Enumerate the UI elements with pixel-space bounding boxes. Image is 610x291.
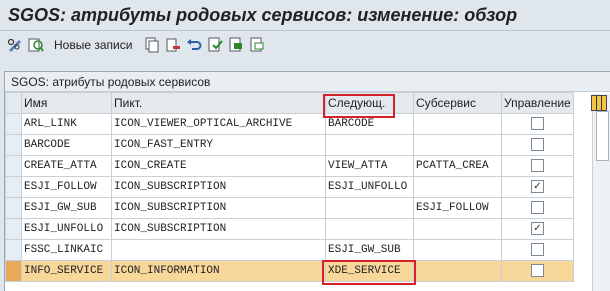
table-row[interactable]: ESJI_FOLLOW ICON_SUBSCRIPTION ESJI_UNFOLLO…	[5, 176, 574, 198]
cell-icon[interactable]: ICON_CREATE	[111, 155, 326, 177]
row-selector[interactable]	[5, 176, 22, 198]
cell-name[interactable]: ESJI_GW_SUB	[21, 197, 112, 219]
cell-icon[interactable]: ICON_FAST_ENTRY	[111, 134, 326, 156]
toolbar: Новые записи	[0, 31, 610, 59]
cell-name[interactable]: BARCODE	[21, 134, 112, 156]
services-table: Имя Пикт. Следующ. Субсервис Управление …	[5, 92, 574, 282]
display-change-icon[interactable]	[27, 36, 45, 54]
cell-subservice[interactable]: ESJI_FOLLOW	[413, 197, 502, 219]
cell-name[interactable]: FSSC_LINKAIC	[21, 239, 112, 261]
checkbox-unchecked[interactable]	[531, 117, 544, 131]
title-bar: SGOS: атрибуты родовых сервисов: изменен…	[0, 0, 610, 30]
select-all-icon[interactable]	[206, 36, 224, 54]
cell-subservice[interactable]	[413, 113, 502, 135]
cell-control	[501, 113, 574, 135]
window-title: SGOS: атрибуты родовых сервисов: изменен…	[8, 4, 518, 25]
row-selector[interactable]	[5, 260, 22, 282]
panel-title: SGOS: атрибуты родовых сервисов	[5, 72, 610, 92]
edit-glasses-icon[interactable]	[6, 36, 24, 54]
checkbox-unchecked[interactable]	[531, 159, 544, 173]
cell-control: ✓	[501, 176, 574, 198]
table-row[interactable]: ESJI_GW_SUB ICON_SUBSCRIPTION ESJI_FOLLOW	[5, 197, 574, 219]
column-header-control[interactable]: Управление	[501, 92, 574, 114]
cell-control	[501, 134, 574, 156]
delete-icon[interactable]	[164, 36, 182, 54]
cell-name[interactable]: INFO_SERVICE	[21, 260, 112, 282]
cell-icon[interactable]: ICON_SUBSCRIPTION	[111, 176, 326, 198]
row-selector[interactable]	[5, 113, 22, 135]
cell-icon[interactable]: ICON_SUBSCRIPTION	[111, 218, 326, 240]
table-header-row: Имя Пикт. Следующ. Субсервис Управление	[5, 92, 574, 114]
cell-name[interactable]: ESJI_FOLLOW	[21, 176, 112, 198]
cell-next[interactable]: ESJI_UNFOLLO	[325, 176, 414, 198]
cell-next[interactable]: ESJI_GW_SUB	[325, 239, 414, 261]
cell-name[interactable]: CREATE_ATTA	[21, 155, 112, 177]
cell-icon[interactable]: ICON_SUBSCRIPTION	[111, 197, 326, 219]
cell-icon[interactable]: ICON_VIEWER_OPTICAL_ARCHIVE	[111, 113, 326, 135]
table-row[interactable]: FSSC_LINKAIC ESJI_GW_SUB	[5, 239, 574, 261]
table-row[interactable]: CREATE_ATTA ICON_CREATE VIEW_ATTA PCATTA_CR…	[5, 155, 574, 177]
row-selector[interactable]	[5, 218, 22, 240]
row-selector[interactable]	[5, 155, 22, 177]
cell-icon[interactable]	[111, 239, 326, 261]
row-selector[interactable]	[5, 134, 22, 156]
cell-subservice[interactable]: PCATTA_CREA	[413, 155, 502, 177]
row-selector[interactable]	[5, 197, 22, 219]
cell-control	[501, 197, 574, 219]
cell-next[interactable]	[325, 134, 414, 156]
table-row[interactable]: INFO_SERVICE ICON_INFORMATION XDE_SERVICE	[5, 260, 574, 282]
column-header-name[interactable]: Имя	[21, 92, 112, 114]
table-row[interactable]: ARL_LINK ICON_VIEWER_OPTICAL_ARCHIVE BARCO…	[5, 113, 574, 135]
deselect-all-icon[interactable]	[248, 36, 266, 54]
cell-next[interactable]: VIEW_ATTA	[325, 155, 414, 177]
cell-control	[501, 260, 574, 282]
checkbox-unchecked[interactable]	[531, 264, 544, 278]
vertical-scrollbar[interactable]: ▲	[592, 94, 610, 291]
cell-control	[501, 155, 574, 177]
cell-subservice[interactable]	[413, 239, 502, 261]
cell-name[interactable]: ARL_LINK	[21, 113, 112, 135]
checkbox-unchecked[interactable]	[531, 201, 544, 215]
column-header-subservice[interactable]: Субсервис	[413, 92, 502, 114]
cell-subservice[interactable]	[413, 260, 502, 282]
select-block-icon[interactable]	[227, 36, 245, 54]
cell-subservice[interactable]	[413, 176, 502, 198]
cell-control	[501, 239, 574, 261]
table-row[interactable]: ESJI_UNFOLLO ICON_SUBSCRIPTION ✓	[5, 218, 574, 240]
checkbox-checked[interactable]: ✓	[531, 180, 544, 194]
scrollbar-thumb[interactable]	[596, 111, 609, 161]
table-row[interactable]: BARCODE ICON_FAST_ENTRY	[5, 134, 574, 156]
data-panel: SGOS: атрибуты родовых сервисов Имя Пикт…	[4, 71, 610, 291]
select-all-cell[interactable]	[5, 92, 22, 114]
cell-control: ✓	[501, 218, 574, 240]
cell-subservice[interactable]	[413, 134, 502, 156]
copy-icon[interactable]	[143, 36, 161, 54]
table-settings-icon[interactable]	[591, 95, 607, 111]
cell-name[interactable]: ESJI_UNFOLLO	[21, 218, 112, 240]
cell-next[interactable]: BARCODE	[325, 113, 414, 135]
cell-next[interactable]	[325, 218, 414, 240]
new-entries-button[interactable]: Новые записи	[54, 38, 132, 52]
column-header-next[interactable]: Следующ.	[325, 92, 414, 114]
row-selector[interactable]	[5, 239, 22, 261]
cell-subservice[interactable]	[413, 218, 502, 240]
cell-icon[interactable]: ICON_INFORMATION	[111, 260, 326, 282]
cell-next[interactable]: XDE_SERVICE	[325, 260, 414, 282]
cell-next[interactable]	[325, 197, 414, 219]
undo-icon[interactable]	[185, 36, 203, 54]
checkbox-unchecked[interactable]	[531, 243, 544, 257]
checkbox-unchecked[interactable]	[531, 138, 544, 152]
column-header-icon[interactable]: Пикт.	[111, 92, 326, 114]
checkbox-checked[interactable]: ✓	[531, 222, 544, 236]
table-body: ARL_LINK ICON_VIEWER_OPTICAL_ARCHIVE BARCO…	[5, 113, 574, 282]
